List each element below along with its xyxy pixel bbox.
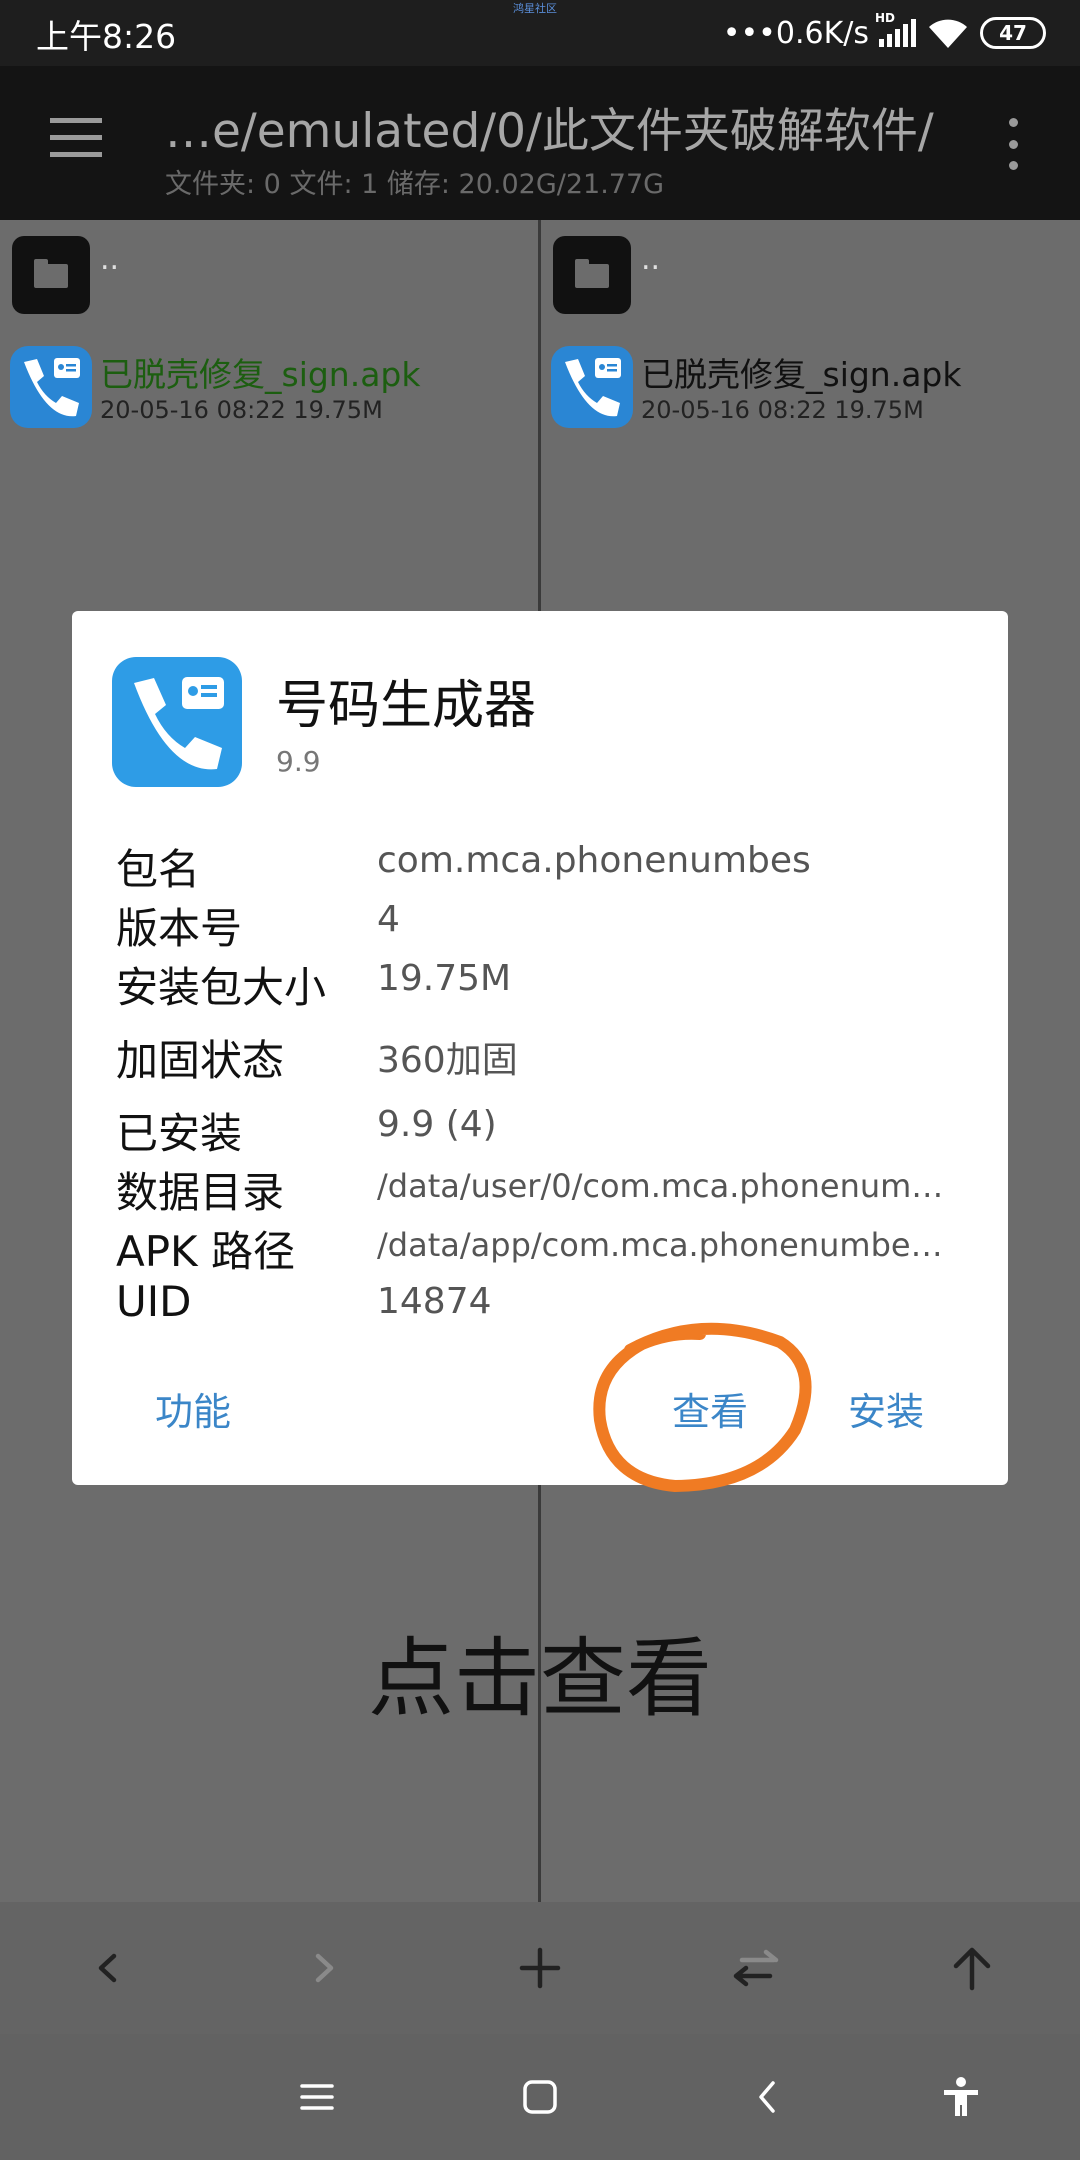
back-icon[interactable] bbox=[735, 2064, 801, 2130]
status-bar: 上午8:26 鸿星社区 •••0.6K/s HD 47 bbox=[0, 0, 1080, 66]
app-version: 9.9 bbox=[276, 745, 321, 778]
storage-stats: 文件夹: 0 文件: 1 储存: 20.02G/21.77G bbox=[165, 169, 665, 200]
info-label: 版本号 bbox=[116, 904, 243, 953]
network-speed: •••0.6K/s bbox=[722, 15, 869, 51]
battery-icon: 47 bbox=[980, 17, 1046, 49]
chevron-right-icon[interactable] bbox=[288, 1932, 360, 2004]
hamburger-menu-icon[interactable] bbox=[50, 118, 102, 158]
file-meta: 20-05-16 08:22 19.75M bbox=[641, 396, 924, 424]
file-action-bar bbox=[0, 1902, 1080, 2034]
parent-dir-label[interactable]: .. bbox=[641, 242, 660, 277]
apk-info-dialog: 号码生成器 9.9 包名 com.mca.phonenumbes 版本号 4 安… bbox=[72, 611, 1008, 1485]
arrow-up-icon[interactable] bbox=[936, 1932, 1008, 2004]
info-value: 4 bbox=[377, 899, 400, 940]
chevron-left-icon[interactable] bbox=[72, 1932, 144, 2004]
install-button[interactable]: 安装 bbox=[848, 1381, 924, 1436]
wifi-icon bbox=[929, 19, 967, 48]
more-vertical-icon[interactable] bbox=[1006, 118, 1020, 170]
menu-icon[interactable] bbox=[284, 2064, 350, 2130]
info-value: /data/user/0/com.mca.phonenum… bbox=[377, 1167, 944, 1205]
system-nav-bar bbox=[0, 2034, 1080, 2160]
file-name[interactable]: 已脱壳修复_sign.apk bbox=[641, 348, 962, 396]
info-label: 已安装 bbox=[116, 1109, 243, 1158]
toolbar: …e/emulated/0/此文件夹破解软件/ 文件夹: 0 文件: 1 储存:… bbox=[0, 66, 1080, 220]
file-name[interactable]: 已脱壳修复_sign.apk bbox=[100, 348, 421, 396]
current-path[interactable]: …e/emulated/0/此文件夹破解软件/ bbox=[165, 92, 934, 161]
info-value: 19.75M bbox=[377, 958, 512, 999]
phone-icon bbox=[565, 358, 621, 417]
folder-icon[interactable] bbox=[553, 236, 631, 314]
parent-dir-label[interactable]: .. bbox=[100, 242, 119, 277]
file-meta: 20-05-16 08:22 19.75M bbox=[100, 396, 383, 424]
info-value: 14874 bbox=[377, 1281, 492, 1322]
functions-button[interactable]: 功能 bbox=[155, 1381, 231, 1436]
swap-icon[interactable] bbox=[720, 1932, 792, 2004]
info-label: 安装包大小 bbox=[116, 963, 327, 1012]
status-time: 上午8:26 bbox=[36, 17, 177, 56]
info-value: 360加固 bbox=[377, 1040, 518, 1081]
accessibility-icon[interactable] bbox=[928, 2064, 994, 2130]
view-button[interactable]: 查看 bbox=[672, 1381, 748, 1436]
apk-phone-icon[interactable] bbox=[551, 346, 633, 428]
info-value: com.mca.phonenumbes bbox=[377, 840, 811, 881]
phone-icon bbox=[24, 358, 80, 417]
apk-phone-icon[interactable] bbox=[10, 346, 92, 428]
info-value: /data/app/com.mca.phonenumbe… bbox=[377, 1226, 943, 1264]
plus-icon[interactable] bbox=[504, 1932, 576, 2004]
info-label: 数据目录 bbox=[116, 1168, 285, 1217]
signal-icon: HD bbox=[875, 11, 916, 47]
network-label: HD bbox=[875, 11, 896, 25]
app-name: 号码生成器 bbox=[276, 676, 537, 736]
info-value: 9.9 (4) bbox=[377, 1104, 497, 1145]
status-icons: •••0.6K/s HD 47 bbox=[722, 11, 1046, 54]
folder-icon[interactable] bbox=[12, 236, 90, 314]
info-label: 包名 bbox=[116, 845, 201, 894]
info-label: UID bbox=[116, 1277, 192, 1326]
app-phone-icon bbox=[112, 657, 242, 787]
home-icon[interactable] bbox=[507, 2064, 573, 2130]
info-label: APK 路径 bbox=[116, 1227, 295, 1276]
info-label: 加固状态 bbox=[116, 1036, 285, 1085]
instruction-caption: 点击查看 bbox=[368, 1629, 712, 1729]
watermark: 鸿星社区 bbox=[513, 2, 557, 15]
